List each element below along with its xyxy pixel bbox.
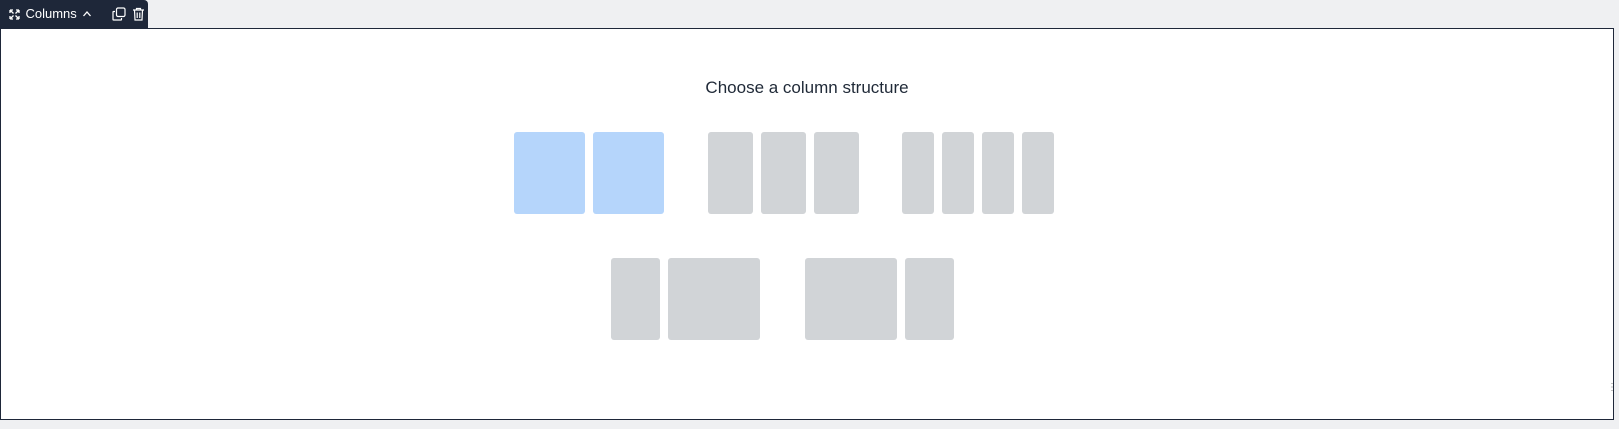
column-preview — [905, 258, 954, 340]
block-type-label[interactable]: Columns — [25, 0, 76, 28]
column-preview — [708, 132, 753, 214]
trash-icon[interactable] — [129, 4, 148, 24]
duplicate-icon[interactable] — [110, 4, 129, 24]
column-structure-panel: Choose a column structure ⋮ — [0, 28, 1617, 420]
column-preview — [982, 132, 1014, 214]
block-toolbar: Columns — [0, 0, 148, 28]
column-preview — [942, 132, 974, 214]
column-preview — [514, 132, 585, 214]
column-preview — [1022, 132, 1054, 214]
column-preview — [668, 258, 760, 340]
option-wide-narrow[interactable] — [805, 258, 954, 340]
column-preview — [814, 132, 859, 214]
column-preview — [593, 132, 664, 214]
column-preview — [761, 132, 806, 214]
column-preview — [611, 258, 660, 340]
option-three-equal[interactable] — [708, 132, 859, 214]
move-icon[interactable] — [8, 7, 21, 21]
column-preview — [902, 132, 934, 214]
panel-title: Choose a column structure — [705, 78, 909, 97]
option-narrow-wide[interactable] — [611, 258, 760, 340]
chevron-up-icon[interactable] — [81, 7, 94, 21]
resize-handle[interactable]: ⋮ — [1607, 383, 1617, 403]
option-four-equal[interactable] — [902, 132, 1054, 214]
column-preview — [805, 258, 897, 340]
editor-stage: Columns Choose a column structure ⋮ — [0, 0, 1619, 429]
option-two-equal[interactable] — [514, 132, 664, 214]
